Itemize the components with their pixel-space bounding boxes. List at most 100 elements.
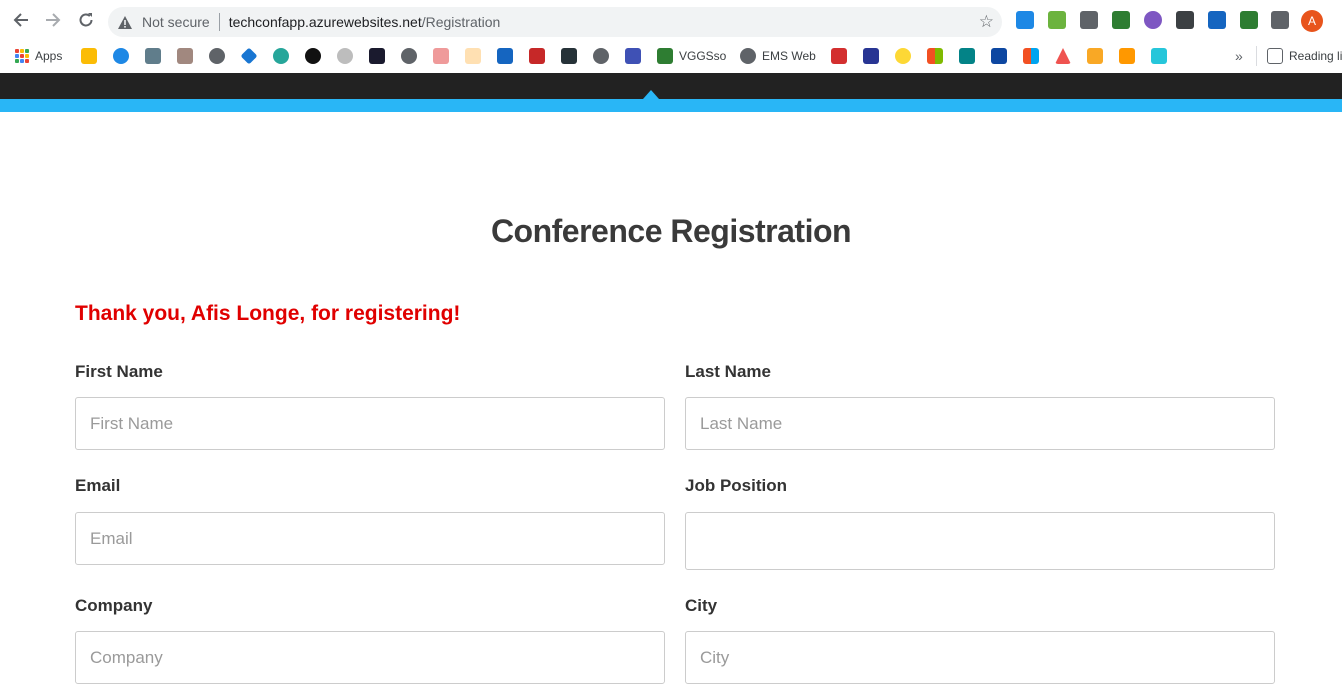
bookmark-apps-label: Apps xyxy=(35,49,63,63)
bookmark-14[interactable] xyxy=(497,47,513,65)
bookmark-triangle-icon xyxy=(1055,48,1071,64)
first-name-input[interactable] xyxy=(75,397,665,450)
bookmark-16[interactable] xyxy=(561,47,577,65)
bookmark-9[interactable] xyxy=(337,47,353,65)
first-name-label: First Name xyxy=(75,362,163,381)
thank-you-message: Thank you, Afis Longe, for registering! xyxy=(75,302,461,325)
bookmark-2[interactable] xyxy=(113,47,129,65)
bookmarks-separator xyxy=(1256,46,1257,66)
not-secure-label[interactable]: Not secure xyxy=(142,14,210,30)
bookmark-5[interactable] xyxy=(209,47,225,65)
reading-list-button[interactable]: Reading li xyxy=(1267,47,1342,65)
bookmark-vggsso[interactable]: VGGSso xyxy=(657,47,726,65)
extensions-puzzle-icon[interactable] xyxy=(1271,11,1289,29)
bookmark-27[interactable] xyxy=(1087,47,1103,65)
bookmark-c-icon xyxy=(337,48,353,64)
bookmark-28[interactable] xyxy=(1119,47,1135,65)
bookmark-18[interactable] xyxy=(625,47,641,65)
warning-triangle-icon[interactable] xyxy=(116,13,134,31)
bookmark-t-icon xyxy=(831,48,847,64)
bookmarks-overflow-button[interactable]: » xyxy=(1235,47,1243,65)
bookmark-stackoverflow-icon xyxy=(1119,48,1135,64)
bookmark-20[interactable] xyxy=(863,47,879,65)
last-name-label: Last Name xyxy=(685,362,771,381)
accent-band xyxy=(0,99,1342,112)
bookmark-26[interactable] xyxy=(1055,47,1071,65)
reload-icon xyxy=(79,13,93,27)
bookmark-23[interactable] xyxy=(959,47,975,65)
bookmark-7[interactable] xyxy=(273,47,289,65)
bookmark-shield-check-icon xyxy=(657,48,673,64)
bookmark-24[interactable] xyxy=(991,47,1007,65)
extension-print-icon[interactable] xyxy=(1048,11,1066,29)
bookmark-sharepoint-icon xyxy=(959,48,975,64)
bookmark-star-icon[interactable]: ☆ xyxy=(979,12,994,32)
bookmark-slack-icon xyxy=(369,48,385,64)
bookmark-10[interactable] xyxy=(369,47,385,65)
url-path: /Registration xyxy=(421,14,501,30)
bookmark-shield-icon xyxy=(273,48,289,64)
bookmark-globe-icon xyxy=(593,48,609,64)
bookmark-microsoft-icon xyxy=(927,48,943,64)
extension-wappalyzer-icon[interactable] xyxy=(1144,11,1162,29)
last-name-input[interactable] xyxy=(685,397,1275,450)
bookmark-stack-icon xyxy=(145,48,161,64)
bookmark-15[interactable] xyxy=(529,47,545,65)
address-bar[interactable]: Not secure techconfapp.azurewebsites.net… xyxy=(108,7,1002,37)
city-input[interactable] xyxy=(685,631,1275,684)
bookmark-25[interactable] xyxy=(1023,47,1039,65)
bookmark-11[interactable] xyxy=(401,47,417,65)
extension-vue-icon[interactable] xyxy=(1208,11,1226,29)
bookmark-3[interactable] xyxy=(145,47,161,65)
browser-toolbar: Not secure techconfapp.azurewebsites.net… xyxy=(0,0,1342,40)
bookmark-hex-icon xyxy=(561,48,577,64)
back-arrow-icon xyxy=(13,13,28,27)
extension-grammar-icon[interactable] xyxy=(1112,11,1130,29)
reading-list-icon xyxy=(1267,48,1283,64)
forward-button[interactable] xyxy=(41,8,65,32)
bookmark-emsweb[interactable]: EMS Web xyxy=(740,47,816,65)
profile-avatar[interactable]: A xyxy=(1301,10,1323,32)
bookmark-keep-icon xyxy=(81,48,97,64)
bookmark-6[interactable] xyxy=(240,47,258,65)
job-position-input[interactable] xyxy=(685,512,1275,570)
bookmark-8[interactable] xyxy=(305,47,321,65)
company-input[interactable] xyxy=(75,631,665,684)
bookmark-seven-icon xyxy=(305,48,321,64)
bookmark-17[interactable] xyxy=(593,47,609,65)
city-label: City xyxy=(685,596,718,615)
extension-square-icon[interactable] xyxy=(1080,11,1098,29)
company-label: Company xyxy=(75,596,153,615)
bookmark-api-icon xyxy=(497,48,513,64)
bookmark-21[interactable] xyxy=(895,47,911,65)
bookmark-19[interactable] xyxy=(831,47,847,65)
site-navbar xyxy=(0,73,1342,99)
forward-arrow-icon xyxy=(46,13,61,27)
overflow-chevron-icon: » xyxy=(1235,48,1243,64)
apps-grid-icon xyxy=(15,49,29,63)
extension-clipboard-icon[interactable] xyxy=(1176,11,1194,29)
bookmark-network-icon xyxy=(991,48,1007,64)
bookmark-apps[interactable]: Apps xyxy=(15,47,62,65)
bookmark-1[interactable] xyxy=(81,47,97,65)
extension-sheet-icon[interactable] xyxy=(1240,11,1258,29)
bookmark-vggsso-label: VGGSso xyxy=(679,49,727,63)
bookmark-13[interactable] xyxy=(465,47,481,65)
bookmark-globe-icon xyxy=(209,48,225,64)
reload-button[interactable] xyxy=(74,8,98,32)
bookmark-4[interactable] xyxy=(177,47,193,65)
bookmark-29[interactable] xyxy=(1151,47,1167,65)
job-position-label: Job Position xyxy=(685,476,787,495)
back-button[interactable] xyxy=(9,8,33,32)
bookmark-22[interactable] xyxy=(927,47,943,65)
bookmark-w-icon xyxy=(465,48,481,64)
bookmark-r-icon xyxy=(625,48,641,64)
extension-screen-capture-icon[interactable] xyxy=(1016,11,1034,29)
bookmark-12[interactable] xyxy=(433,47,449,65)
reading-list-label: Reading li xyxy=(1289,49,1342,63)
email-input[interactable] xyxy=(75,512,665,565)
bookmark-pd-icon xyxy=(529,48,545,64)
url-host: techconfapp.azurewebsites.net xyxy=(228,14,422,30)
bookmark-jira-icon xyxy=(240,47,258,65)
bookmark-globe-icon xyxy=(740,48,756,64)
